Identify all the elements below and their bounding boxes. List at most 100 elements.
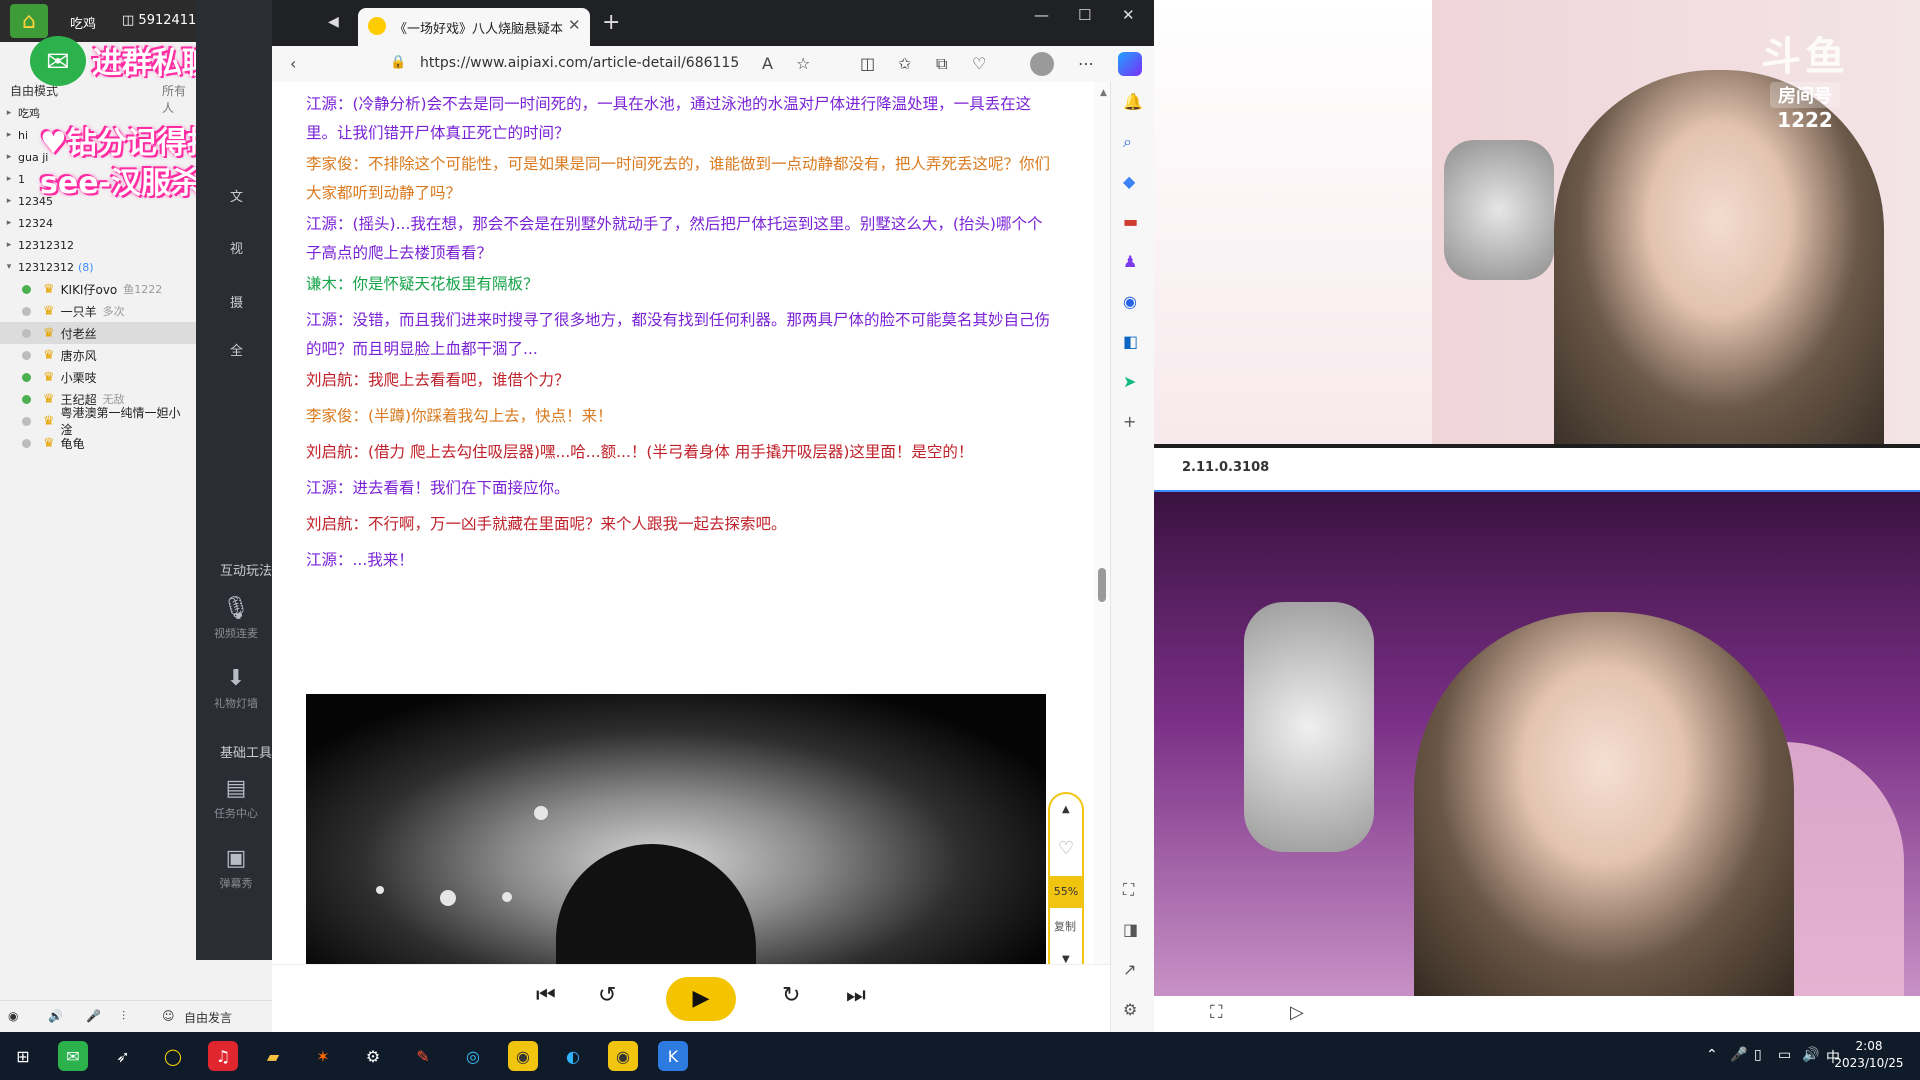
collections-icon[interactable]: ⧉ [936,54,947,74]
task-center-tool[interactable]: ▤ 任务中心 [206,776,266,821]
new-tab-icon[interactable]: + [602,10,620,35]
game-app-icon[interactable]: ✶ [308,1041,338,1071]
mic-icon[interactable]: 🎤 [86,1009,101,1023]
file-explorer-icon[interactable]: ▰ [258,1041,288,1071]
script-line: 刘启航：不行啊，万一凶手就藏在里面呢？来个人跟我一起去探索吧。 [306,515,787,533]
heart-icon[interactable]: ♡ [1058,838,1074,859]
scroll-up-icon[interactable]: ▲ [1100,88,1107,98]
speak-mode-icon[interactable]: ☺ [162,1009,175,1023]
send-icon[interactable]: ➤ [1123,372,1136,391]
member-row[interactable]: ♛ 小栗吱 [0,366,196,388]
play-button[interactable]: ▶ [666,977,736,1021]
status-dot [22,350,31,360]
danmu-show-tool[interactable]: ▣ 弹幕秀 [206,846,266,891]
games-icon[interactable]: ♟ [1123,252,1137,271]
close-tab-icon[interactable]: ✕ [568,16,581,34]
minimize-icon[interactable]: — [1034,6,1049,24]
home-icon[interactable]: ⌂ [10,4,48,38]
start-icon[interactable]: ⊞ [8,1041,38,1071]
skip-next-icon[interactable]: ⏭ [846,983,866,1008]
more-menu-icon[interactable]: ⋯ [1078,54,1094,73]
clock-date: 2023/10/25 [1834,1056,1904,1070]
favorite-icon[interactable]: ☆ [796,54,810,73]
member-row[interactable]: ♛ KIKI仔ovo 鱼1222 [0,278,196,300]
tray-mic-icon[interactable]: 🎤 [1730,1047,1747,1063]
tab-prev-icon[interactable]: ◀ [328,14,339,30]
skip-previous-icon[interactable]: ⏮ [536,983,556,1008]
url-field[interactable]: https://www.aipiaxi.com/article-detail/6… [420,55,739,71]
scrollbar-track[interactable] [1094,82,1110,964]
steam-icon[interactable]: ⚙ [358,1041,388,1071]
member-row[interactable]: ♛ 龟龟 [0,432,196,454]
tool-item-2[interactable]: 视 [230,238,243,257]
status-dot [22,438,31,448]
speaker-icon[interactable]: 🔊 [48,1009,63,1023]
group-row[interactable]: ▸ 12324 [0,212,196,234]
circle-app-icon[interactable]: ◎ [458,1041,488,1071]
member-row[interactable]: ♛ 唐亦风 [0,344,196,366]
split-screen-icon[interactable]: ◫ [860,54,875,73]
tag-icon[interactable]: ◆ [1123,172,1135,191]
speak-mode-label[interactable]: 自由发言 [184,1009,232,1026]
copy-button[interactable]: 复制 [1054,918,1076,934]
tool-item-1[interactable]: 文 [230,186,243,205]
owl-icon[interactable]: ◉ [8,1009,18,1023]
external-link-icon[interactable]: ↗ [1123,960,1136,979]
tray-expand-icon[interactable]: ⌃ [1706,1047,1718,1063]
room-label: 房间号 [1770,82,1840,108]
toolbox-icon[interactable]: ▬ [1123,212,1138,231]
tray-volume-icon[interactable]: 🔊 [1802,1047,1819,1063]
room-number: 1222 [1777,108,1833,132]
feishu-taskbar-icon[interactable]: ➶ [108,1041,138,1071]
settings-icon[interactable]: ⚙ [1123,1000,1137,1019]
douyu-client-2-icon[interactable]: ◉ [608,1041,638,1071]
maximize-icon[interactable]: ☐ [1078,6,1091,24]
add-icon[interactable]: + [1123,412,1136,431]
lock-icon[interactable]: 🔒 [390,55,406,70]
douyu-client-icon[interactable]: ◉ [508,1041,538,1071]
close-window-icon[interactable]: ✕ [1122,6,1135,24]
rewind-15-icon[interactable]: ↺ [598,983,616,1008]
member-row[interactable]: ♛ 粤港澳第一纯情一妲小淦 [0,406,196,437]
play-preview-icon[interactable]: ▷ [1290,1002,1304,1023]
gift-wall-tool[interactable]: ⬇ 礼物灯墙 [206,666,266,711]
tool-item-4[interactable]: 全 [230,340,243,359]
profile-avatar[interactable] [1030,52,1054,76]
scrollbar-thumb[interactable] [1098,568,1106,602]
tray-usb-icon[interactable]: ▯ [1754,1047,1762,1063]
edge-browser-icon[interactable]: ◐ [558,1041,588,1071]
screenshot-icon[interactable]: ⛶ [1123,880,1134,900]
wechat-taskbar-icon[interactable]: ✉ [58,1041,88,1071]
version-bar: 2.11.0.3108 [1154,448,1920,492]
member-row[interactable]: ♛ 一只羊 多次 [0,300,196,322]
forward-15-icon[interactable]: ↻ [782,983,800,1008]
crown-icon: ♛ [42,413,55,429]
back-icon[interactable]: ‹ [290,54,296,73]
tab-active[interactable]: 《一场好戏》八人烧脑悬疑本 - 剧本 ✕ [358,8,590,46]
sidebar-panel-icon[interactable]: ◨ [1123,920,1138,939]
crop-icon[interactable]: ⛶ [1210,1002,1223,1023]
member-row[interactable]: ♛ 付老丝 [0,322,196,344]
bell-icon[interactable]: 🔔 [1123,92,1143,111]
tool-item-3[interactable]: 摄 [230,292,243,311]
circle-icon[interactable]: ◉ [1123,292,1137,311]
group-row[interactable]: ▸ 12312312 [0,234,196,256]
extensions-icon[interactable]: ♡ [972,54,986,73]
copilot-icon[interactable] [1118,52,1142,76]
page-up-icon[interactable]: ▲ [1062,804,1070,815]
member-extra: 多次 [102,305,125,318]
ring-app-icon[interactable]: ◯ [158,1041,188,1071]
group-row[interactable]: ▾ 12312312 (8) [0,256,196,278]
light-spark [440,890,456,906]
mixer-icon[interactable]: ⫶ [122,1009,125,1024]
tray-network-icon[interactable]: ▭ [1778,1047,1791,1063]
video-link-tool[interactable]: 🎙 视频连麦 [206,596,266,641]
system-clock[interactable]: 2:08 2023/10/25 [1828,1038,1910,1072]
kook-icon[interactable]: ✎ [408,1041,438,1071]
favorites-list-icon[interactable]: ✩ [898,54,911,73]
read-aloud-icon[interactable]: A [762,54,773,73]
kugou-icon[interactable]: K [658,1041,688,1071]
search-icon[interactable]: ⌕ [1123,132,1132,152]
outlook-icon[interactable]: ◧ [1123,332,1138,351]
netease-music-icon[interactable]: ♫ [208,1041,238,1071]
